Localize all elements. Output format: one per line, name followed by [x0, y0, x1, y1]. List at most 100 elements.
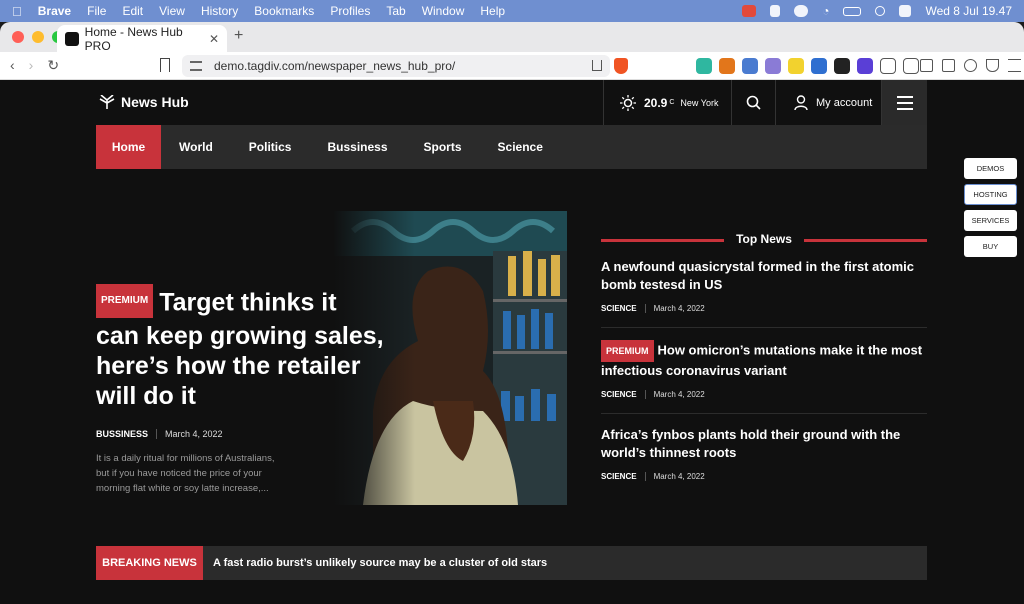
menubar-datetime[interactable]: Wed 8 Jul 19.47 — [925, 4, 1012, 18]
floating-buttons: DEMOS HOSTING SERVICES BUY — [964, 158, 1017, 257]
top-news-heading: Top News — [736, 232, 792, 246]
my-account-button[interactable]: My account — [775, 80, 882, 125]
close-tab-icon[interactable]: ✕ — [209, 32, 219, 46]
hero-category[interactable]: BUSSINESS — [96, 429, 158, 439]
menu-help[interactable]: Help — [480, 4, 505, 18]
control-center-icon[interactable] — [899, 5, 912, 17]
metamask-icon[interactable] — [719, 58, 735, 74]
sidebar-icon[interactable] — [920, 59, 933, 72]
browser-tab[interactable]: Home - News Hub PRO ✕ — [57, 24, 227, 53]
site-header: News Hub 20.9 C New York My account — [96, 80, 927, 125]
new-tab-icon[interactable]: + — [234, 27, 243, 45]
header-search-button[interactable] — [731, 80, 775, 125]
leo-icon[interactable] — [964, 59, 977, 72]
nav-world[interactable]: World — [161, 125, 231, 169]
news-title[interactable]: Africa’s fynbos plants hold their ground… — [601, 426, 927, 462]
demos-button[interactable]: DEMOS — [964, 158, 1017, 179]
site-logo[interactable]: News Hub — [99, 94, 189, 110]
macos-menubar:  Brave File Edit View History Bookmarks… — [0, 0, 1024, 22]
back-icon[interactable]: ‹ — [10, 57, 15, 74]
menu-bookmarks[interactable]: Bookmarks — [254, 4, 314, 18]
tab-bar: Home - News Hub PRO ✕ + — [0, 22, 1024, 53]
extension-10-icon[interactable] — [903, 58, 919, 74]
news-title-block[interactable]: PREMIUM How omicron’s mutations make it t… — [601, 340, 927, 380]
search-status-icon[interactable] — [875, 6, 886, 16]
vpn-icon[interactable] — [986, 59, 999, 72]
brave-shields-icon[interactable] — [614, 58, 628, 74]
weather-widget: 20.9 C New York — [603, 80, 731, 125]
browser-toolbar: ‹ › ↻ demo.tagdiv.com/newspaper_news_hub… — [0, 52, 1024, 80]
site-settings-icon[interactable] — [190, 61, 202, 71]
news-category[interactable]: SCIENCE — [601, 390, 646, 399]
url-text[interactable]: demo.tagdiv.com/newspaper_news_hub_pro/ — [214, 59, 455, 73]
news-date: March 4, 2022 — [653, 304, 705, 313]
browser-window: Home - News Hub PRO ✕ + ‹ › ↻ demo.tagdi… — [0, 22, 1024, 604]
menu-file[interactable]: File — [87, 4, 106, 18]
logo-text: News Hub — [121, 94, 189, 110]
battery-icon[interactable] — [843, 6, 862, 16]
window-controls — [0, 31, 64, 43]
menu-icon[interactable] — [1008, 59, 1021, 72]
calendar-status-icon[interactable] — [742, 5, 757, 17]
breaking-news-headline[interactable]: A fast radio burst’s unlikely source may… — [213, 557, 547, 569]
list-item: Africa’s fynbos plants hold their ground… — [601, 414, 927, 495]
nav-business[interactable]: Bussiness — [309, 125, 405, 169]
weather-unit: C — [669, 99, 675, 106]
menu-app-name[interactable]: Brave — [38, 4, 71, 18]
sun-icon — [620, 94, 636, 111]
hero-excerpt: It is a daily ritual for millions of Aus… — [96, 453, 275, 494]
menu-window[interactable]: Window — [422, 4, 465, 18]
wifi-icon[interactable]: ◔ — [822, 4, 829, 18]
premium-badge: PREMIUM — [96, 284, 154, 318]
nav-home[interactable]: Home — [96, 125, 161, 169]
news-meta: SCIENCE March 4, 2022 — [601, 472, 927, 481]
forward-icon[interactable]: › — [29, 57, 34, 74]
user-icon — [794, 95, 808, 110]
list-item: PREMIUM How omicron’s mutations make it t… — [601, 328, 927, 414]
logo-icon — [99, 95, 115, 109]
weather-temp: 20.9 — [644, 95, 668, 110]
menu-view[interactable]: View — [159, 4, 185, 18]
nav-sports[interactable]: Sports — [406, 125, 480, 169]
extension-6-icon[interactable] — [811, 58, 827, 74]
services-button[interactable]: SERVICES — [964, 210, 1017, 231]
menu-edit[interactable]: Edit — [122, 4, 143, 18]
close-window-button[interactable] — [12, 31, 24, 43]
news-category[interactable]: SCIENCE — [601, 304, 646, 313]
apple-icon[interactable]:  — [12, 4, 22, 19]
extension-5-icon[interactable] — [788, 58, 804, 74]
premium-badge: PREMIUM — [601, 340, 654, 362]
s-status-icon[interactable] — [770, 5, 781, 17]
extension-8-icon[interactable] — [857, 58, 873, 74]
website: News Hub 20.9 C New York My account Home… — [0, 80, 1024, 604]
weather-city: New York — [680, 97, 719, 108]
hero-title-block[interactable]: PREMIUM Target thinks it can keep growing… — [96, 284, 386, 411]
extension-3-icon[interactable] — [742, 58, 758, 74]
menu-history[interactable]: History — [201, 4, 238, 18]
extension-1-icon[interactable] — [696, 58, 712, 74]
menu-profiles[interactable]: Profiles — [330, 4, 370, 18]
hamburger-menu-icon[interactable] — [882, 80, 927, 125]
wallet-icon[interactable] — [942, 59, 955, 72]
tab-title: Home - News Hub PRO — [84, 24, 183, 53]
reload-icon[interactable]: ↻ — [47, 57, 59, 74]
breaking-news-label: BREAKING NEWS — [96, 546, 203, 580]
address-bar[interactable]: demo.tagdiv.com/newspaper_news_hub_pro/ — [182, 55, 610, 77]
puzzle-icon[interactable] — [880, 58, 896, 74]
tab-favicon-icon — [65, 31, 79, 46]
hosting-button[interactable]: HOSTING — [964, 184, 1017, 205]
share-icon[interactable] — [592, 60, 602, 71]
news-title[interactable]: A newfound quasicrystal formed in the fi… — [601, 258, 927, 294]
extension-7-icon[interactable] — [834, 58, 850, 74]
news-category[interactable]: SCIENCE — [601, 472, 646, 481]
extension-4-icon[interactable] — [765, 58, 781, 74]
main-navigation: Home World Politics Bussiness Sports Sci… — [96, 125, 927, 169]
minimize-window-button[interactable] — [32, 31, 44, 43]
nav-science[interactable]: Science — [480, 125, 561, 169]
buy-button[interactable]: BUY — [964, 236, 1017, 257]
menu-tab[interactable]: Tab — [386, 4, 405, 18]
cloud-status-icon[interactable] — [794, 5, 809, 17]
nav-politics[interactable]: Politics — [231, 125, 310, 169]
news-meta: SCIENCE March 4, 2022 — [601, 304, 927, 313]
bookmark-icon[interactable] — [160, 58, 170, 72]
